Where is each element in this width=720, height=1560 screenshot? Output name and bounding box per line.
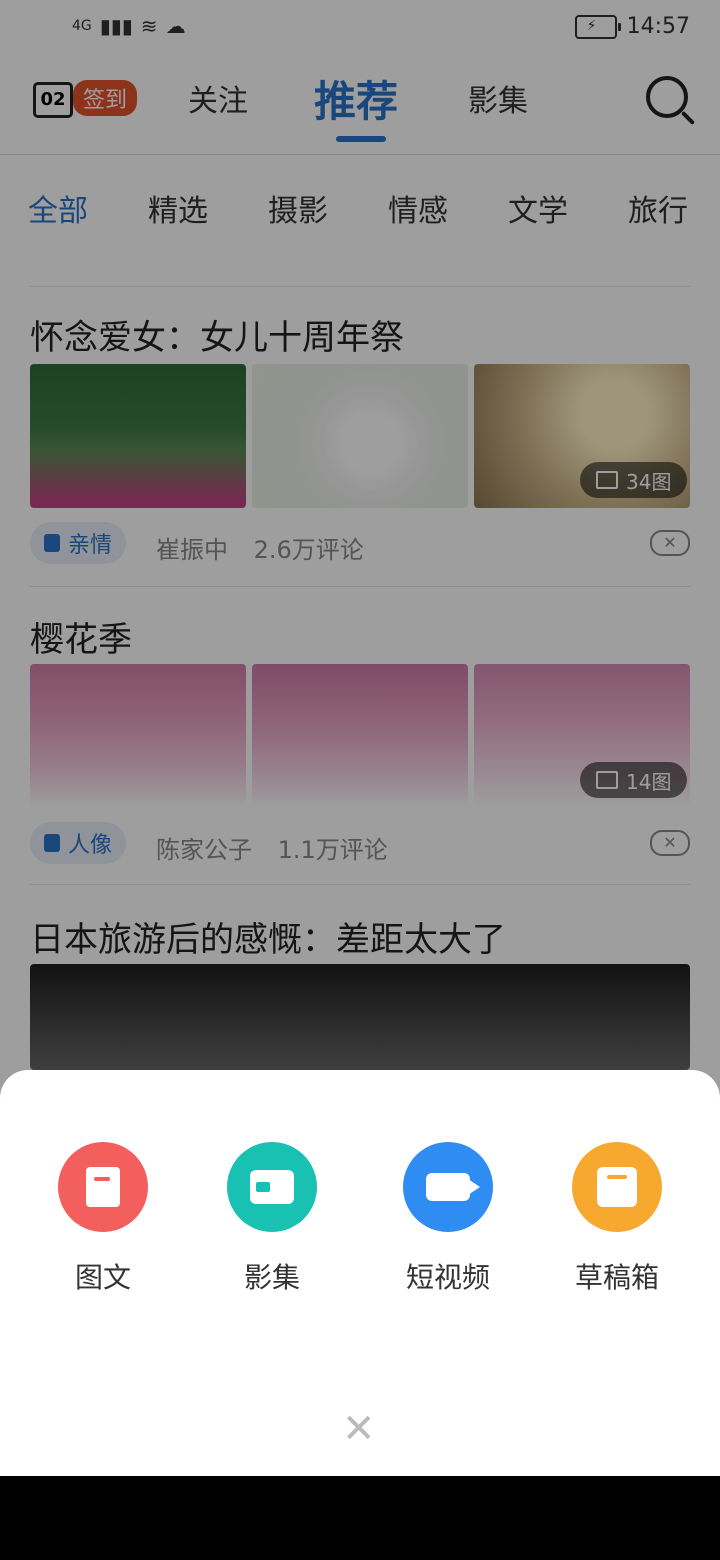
album-circle xyxy=(227,1142,317,1232)
action-label: 草稿箱 xyxy=(574,1261,659,1294)
action-image-text[interactable]: 图文 xyxy=(58,1142,148,1296)
video-camera-icon xyxy=(426,1173,480,1201)
close-icon[interactable]: ✕ xyxy=(342,1406,376,1452)
action-short-video[interactable]: 短视频 xyxy=(403,1142,493,1296)
short-video-circle xyxy=(403,1142,493,1232)
action-label: 影集 xyxy=(243,1261,300,1294)
image-text-circle xyxy=(58,1142,148,1232)
action-label: 图文 xyxy=(74,1261,131,1294)
system-nav-bar xyxy=(0,1476,720,1560)
document-icon xyxy=(86,1167,120,1207)
action-label: 短视频 xyxy=(405,1261,490,1294)
action-drafts[interactable]: 草稿箱 xyxy=(572,1142,662,1296)
gallery-music-icon xyxy=(250,1170,294,1204)
drafts-box-icon xyxy=(597,1167,637,1207)
drafts-circle xyxy=(572,1142,662,1232)
action-album[interactable]: 影集 xyxy=(227,1142,317,1296)
